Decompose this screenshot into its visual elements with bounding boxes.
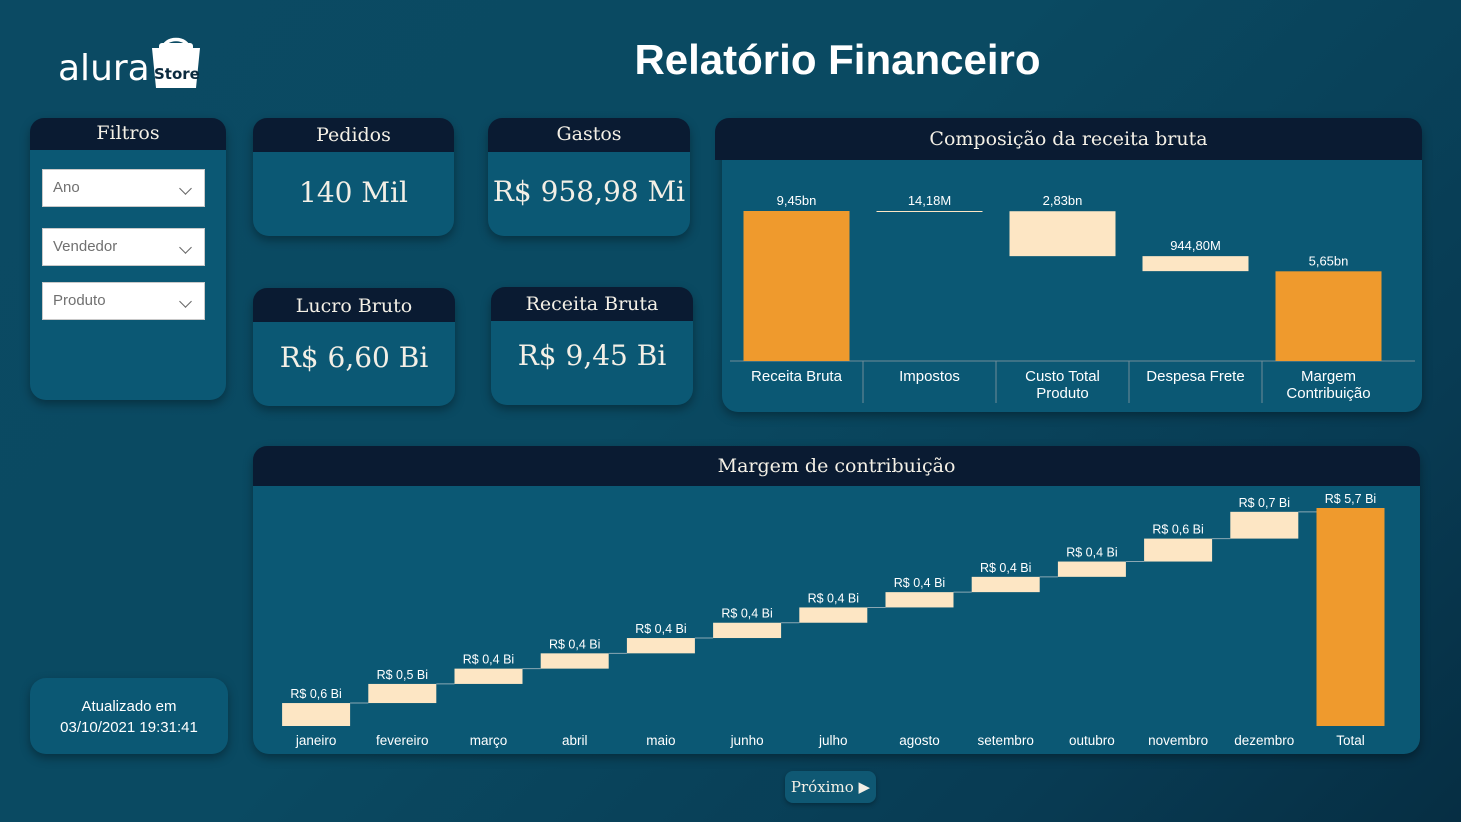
chevron-down-icon xyxy=(179,241,192,254)
tick-label: abril xyxy=(562,733,588,748)
kpi-value: R$ 9,45 Bi xyxy=(517,339,667,372)
bar xyxy=(885,592,954,608)
tick-label: janeiro xyxy=(295,733,337,748)
data-label: R$ 0,4 Bi xyxy=(808,591,859,605)
data-label: R$ 0,4 Bi xyxy=(549,637,600,651)
bar xyxy=(971,576,1040,593)
logo-text: alura xyxy=(58,48,150,89)
kpi-label: Gastos xyxy=(488,118,690,152)
data-label: R$ 5,7 Bi xyxy=(1325,492,1376,506)
data-label: 5,65bn xyxy=(1309,253,1349,268)
year-dropdown-placeholder: Ano xyxy=(53,179,80,196)
bar xyxy=(368,683,437,704)
tick-label: Despesa Frete xyxy=(1146,368,1244,385)
tick-label: fevereiro xyxy=(376,733,429,748)
bar xyxy=(743,211,850,361)
tick-label: Total xyxy=(1336,733,1365,748)
updated-datetime: 03/10/2021 19:31:41 xyxy=(60,719,198,736)
margin-chart-title: Margem de contribuição xyxy=(253,446,1420,486)
bar xyxy=(454,668,523,684)
data-label: R$ 0,4 Bi xyxy=(635,622,686,636)
tick-label: maio xyxy=(646,733,675,748)
bar xyxy=(799,607,868,623)
bar xyxy=(1057,561,1126,577)
next-button-label: Próximo xyxy=(790,778,854,796)
product-dropdown-placeholder: Produto xyxy=(53,292,106,309)
data-label: R$ 0,4 Bi xyxy=(463,653,514,667)
kpi-card-receita-bruta: Receita Bruta R$ 9,45 Bi xyxy=(491,287,693,405)
margin-chart: R$ 0,6 Bi janeiro R$ 0,5 Bi fevereiro R$ 0,4… xyxy=(282,492,1385,748)
seller-dropdown[interactable]: Vendedor xyxy=(42,228,205,266)
data-label: 944,80M xyxy=(1170,238,1221,253)
tick-label: julho xyxy=(818,733,848,748)
data-label: R$ 0,4 Bi xyxy=(980,561,1031,575)
filters-title: Filtros xyxy=(30,118,226,150)
data-label: R$ 0,4 Bi xyxy=(721,607,772,621)
tick-label: Produto xyxy=(1036,385,1089,402)
tick-label: dezembro xyxy=(1234,733,1294,748)
tick-label: agosto xyxy=(899,733,940,748)
seller-dropdown-placeholder: Vendedor xyxy=(53,238,118,255)
play-icon: ▶ xyxy=(858,778,871,796)
tick-label: outubro xyxy=(1069,733,1115,748)
bar xyxy=(1230,511,1299,539)
kpi-value: 140 Mil xyxy=(299,176,408,209)
tick-label: Impostos xyxy=(899,368,960,385)
kpi-card-gastos: Gastos R$ 958,98 Mi xyxy=(488,118,690,236)
updated-card: Atualizado em 03/10/2021 19:31:41 xyxy=(30,678,228,754)
logo-badge: Store xyxy=(154,65,200,83)
data-label: R$ 0,6 Bi xyxy=(1152,523,1203,537)
composition-chart-title: Composição da receita bruta xyxy=(715,118,1422,160)
bar xyxy=(1316,508,1385,726)
bar xyxy=(1144,538,1213,562)
page-title: Relatório Financeiro xyxy=(634,36,1041,83)
bar xyxy=(1275,271,1382,361)
data-label: 2,83bn xyxy=(1043,193,1083,208)
kpi-value: R$ 958,98 Mi xyxy=(492,175,686,208)
chevron-down-icon xyxy=(179,182,192,195)
tick-label: Contribuição xyxy=(1286,385,1370,402)
next-button[interactable]: Próximo ▶ xyxy=(785,771,876,803)
data-label: R$ 0,6 Bi xyxy=(290,687,341,701)
bar xyxy=(713,622,782,639)
data-label: R$ 0,4 Bi xyxy=(1066,546,1117,560)
year-dropdown[interactable]: Ano xyxy=(42,169,205,207)
chevron-down-icon xyxy=(179,295,192,308)
kpi-label: Lucro Bruto xyxy=(253,288,455,322)
bar xyxy=(876,211,983,212)
tick-label: Margem xyxy=(1301,368,1356,385)
data-label: 14,18M xyxy=(908,193,951,208)
bar xyxy=(626,638,695,654)
tick-label: setembro xyxy=(978,733,1034,748)
tick-label: novembro xyxy=(1148,733,1208,748)
logo: alura Store xyxy=(58,30,208,96)
bar xyxy=(540,653,609,669)
kpi-label: Receita Bruta xyxy=(491,287,693,321)
product-dropdown[interactable]: Produto xyxy=(42,282,205,320)
data-label: R$ 0,4 Bi xyxy=(894,576,945,590)
kpi-card-lucro-bruto: Lucro Bruto R$ 6,60 Bi xyxy=(253,288,455,406)
kpi-label: Pedidos xyxy=(253,118,454,152)
tick-label: junho xyxy=(730,733,764,748)
kpi-value: R$ 6,60 Bi xyxy=(279,341,429,374)
composition-chart-card: Composição da receita bruta 9,45bn Receit… xyxy=(715,118,1422,412)
filters-panel: Filtros Ano Vendedor Produto xyxy=(30,118,226,400)
tick-label: Custo Total xyxy=(1025,368,1100,385)
tick-label: Receita Bruta xyxy=(751,368,843,385)
tick-label: março xyxy=(470,733,508,748)
bar xyxy=(1142,256,1249,272)
updated-label: Atualizado em xyxy=(81,698,177,715)
bar xyxy=(1009,211,1116,257)
kpi-card-pedidos: Pedidos 140 Mil xyxy=(253,118,454,236)
data-label: 9,45bn xyxy=(777,193,817,208)
bar xyxy=(282,703,351,726)
composition-chart: 9,45bn Receita Bruta 14,18M Impostos 2,83bn C… xyxy=(730,193,1415,403)
data-label: R$ 0,7 Bi xyxy=(1239,496,1290,510)
data-label: R$ 0,5 Bi xyxy=(377,668,428,682)
margin-chart-card: Margem de contribuição R$ 0,6 Bi janeiro R… xyxy=(253,446,1420,754)
